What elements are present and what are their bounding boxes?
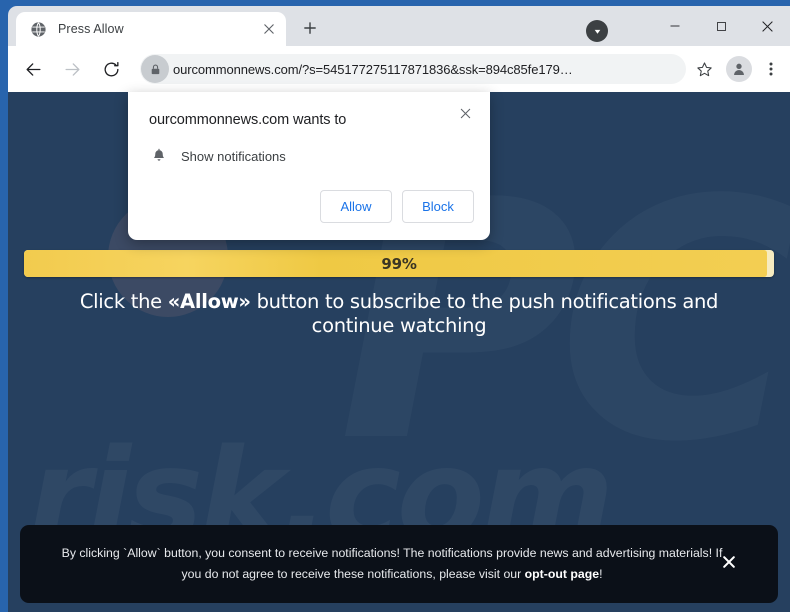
notification-permission-dialog: ourcommonnews.com wants to Show notifica… xyxy=(128,92,490,240)
lock-icon[interactable] xyxy=(141,55,169,83)
opt-out-page-link[interactable]: opt-out page xyxy=(525,567,599,581)
consent-text-before: By clicking `Allow` button, you consent … xyxy=(61,546,723,581)
window-caption-controls xyxy=(652,6,790,46)
reload-button[interactable] xyxy=(96,54,126,84)
address-bar[interactable]: ourcommonnews.com/?s=545177275117871836&… xyxy=(140,54,686,84)
dialog-close-icon[interactable] xyxy=(452,100,478,126)
headline-after: button to subscribe to the push notifica… xyxy=(250,290,719,337)
consent-banner-close-icon[interactable] xyxy=(722,554,736,574)
tab-strip: Press Allow xyxy=(8,6,790,46)
consent-text-after: ! xyxy=(599,567,603,581)
chevron-down-circle-icon[interactable] xyxy=(586,20,608,42)
browser-window: Press Allow ourcommonnews.com/?s=5451772… xyxy=(0,0,790,612)
maximize-button[interactable] xyxy=(698,6,744,46)
tab-close-icon[interactable] xyxy=(258,18,280,40)
block-button[interactable]: Block xyxy=(402,190,474,223)
new-tab-button[interactable] xyxy=(294,12,326,44)
address-bar-url: ourcommonnews.com/?s=545177275117871836&… xyxy=(173,61,573,77)
back-button[interactable] xyxy=(18,54,48,84)
progress-bar-label: 99% xyxy=(381,254,417,273)
minimize-button[interactable] xyxy=(652,6,698,46)
dialog-actions: Allow Block xyxy=(320,190,474,223)
close-window-button[interactable] xyxy=(744,6,790,46)
browser-toolbar: ourcommonnews.com/?s=545177275117871836&… xyxy=(8,46,790,92)
profile-avatar[interactable] xyxy=(726,56,752,82)
page-headline: Click the «Allow» button to subscribe to… xyxy=(48,290,750,338)
headline-emphasis: «Allow» xyxy=(167,290,251,313)
three-dot-menu-icon[interactable] xyxy=(758,54,784,84)
star-outline-icon[interactable] xyxy=(690,55,718,83)
permission-row: Show notifications xyxy=(149,146,286,166)
consent-banner-text: By clicking `Allow` button, you consent … xyxy=(20,543,778,585)
globe-icon xyxy=(30,21,47,38)
permission-label: Show notifications xyxy=(181,148,286,164)
tab-title: Press Allow xyxy=(58,22,124,36)
forward-button[interactable] xyxy=(57,54,87,84)
headline-before: Click the xyxy=(79,290,168,313)
allow-button[interactable]: Allow xyxy=(320,190,392,223)
progress-bar: 99% xyxy=(24,250,774,277)
dialog-title: ourcommonnews.com wants to xyxy=(149,112,347,128)
bell-icon xyxy=(149,146,169,166)
tab-press-allow[interactable]: Press Allow xyxy=(16,12,286,46)
consent-banner: By clicking `Allow` button, you consent … xyxy=(20,525,778,603)
